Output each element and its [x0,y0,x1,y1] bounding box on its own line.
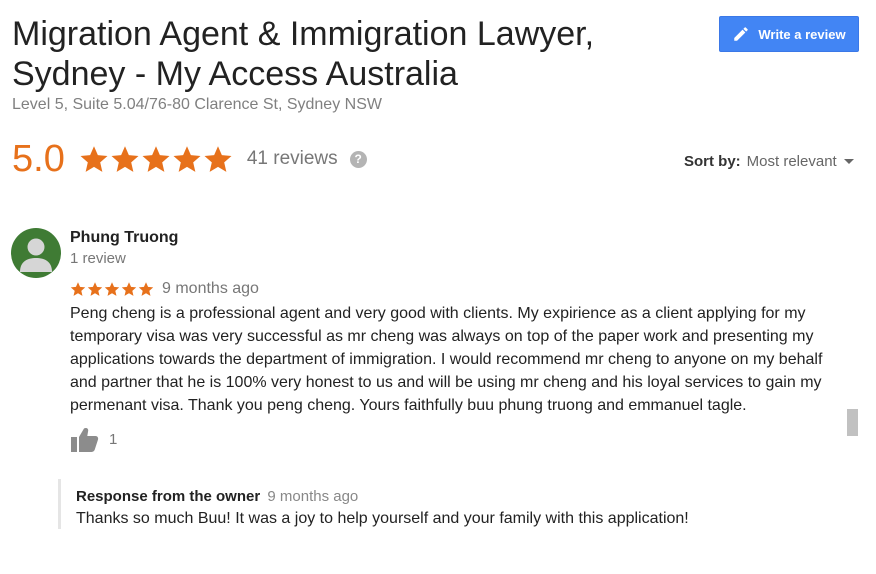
average-rating: 5.0 [12,138,65,180]
sort-value[interactable]: Most relevant [747,153,837,170]
star-icon [121,282,137,296]
reviewer-review-count: 1 review [70,250,126,267]
thumbs-up-icon [71,427,99,452]
caret-down-icon [843,159,854,164]
sort-dropdown[interactable]: Sort by: Most relevant [684,153,854,170]
star-icon [142,146,170,172]
write-review-label: Write a review [758,26,846,42]
reviewer-avatar[interactable] [11,228,61,278]
owner-response-date: 9 months ago [267,488,359,505]
owner-response-header: Response from the owner 9 months ago [76,488,358,505]
default-avatar-icon [20,238,52,272]
owner-response: Response from the owner 9 months ago Tha… [58,479,758,529]
owner-response-text: Thanks so much Buu! It was a joy to help… [76,510,689,527]
help-icon[interactable]: ? [349,150,367,168]
sort-label: Sort by: [684,153,741,170]
owner-response-label: Response from the owner [76,488,261,505]
star-icon [80,146,108,172]
review-date: 9 months ago [162,280,259,297]
business-address: Level 5, Suite 5.04/76-80 Clarence St, S… [12,96,382,113]
review-count-link[interactable]: 41 reviews [247,148,338,170]
business-title-line2: Sydney - My Access Australia [12,55,458,93]
business-title-line1: Migration Agent & Immigration Lawyer, [12,15,595,53]
pencil-icon [734,27,749,41]
write-review-button[interactable]: Write a review [719,16,859,52]
average-stars [79,144,233,174]
star-icon [70,282,86,296]
star-icon [104,282,120,296]
like-button[interactable]: 1 [70,426,117,453]
business-title: Migration Agent & Immigration Lawyer, Sy… [12,14,692,94]
star-icon [87,282,103,296]
like-count: 1 [109,431,118,448]
star-icon [173,146,201,172]
scrollbar-thumb[interactable] [847,409,858,436]
review-text: Peng cheng is a professional agent and v… [70,305,823,414]
star-icon [138,282,154,296]
rating-summary: 5.0 41 reviews ? [12,134,367,184]
reviewer-name[interactable]: Phung Truong [70,229,178,247]
star-icon [204,146,232,172]
star-icon [111,146,139,172]
review-meta: 9 months ago [70,280,259,298]
review-stars [70,281,154,297]
